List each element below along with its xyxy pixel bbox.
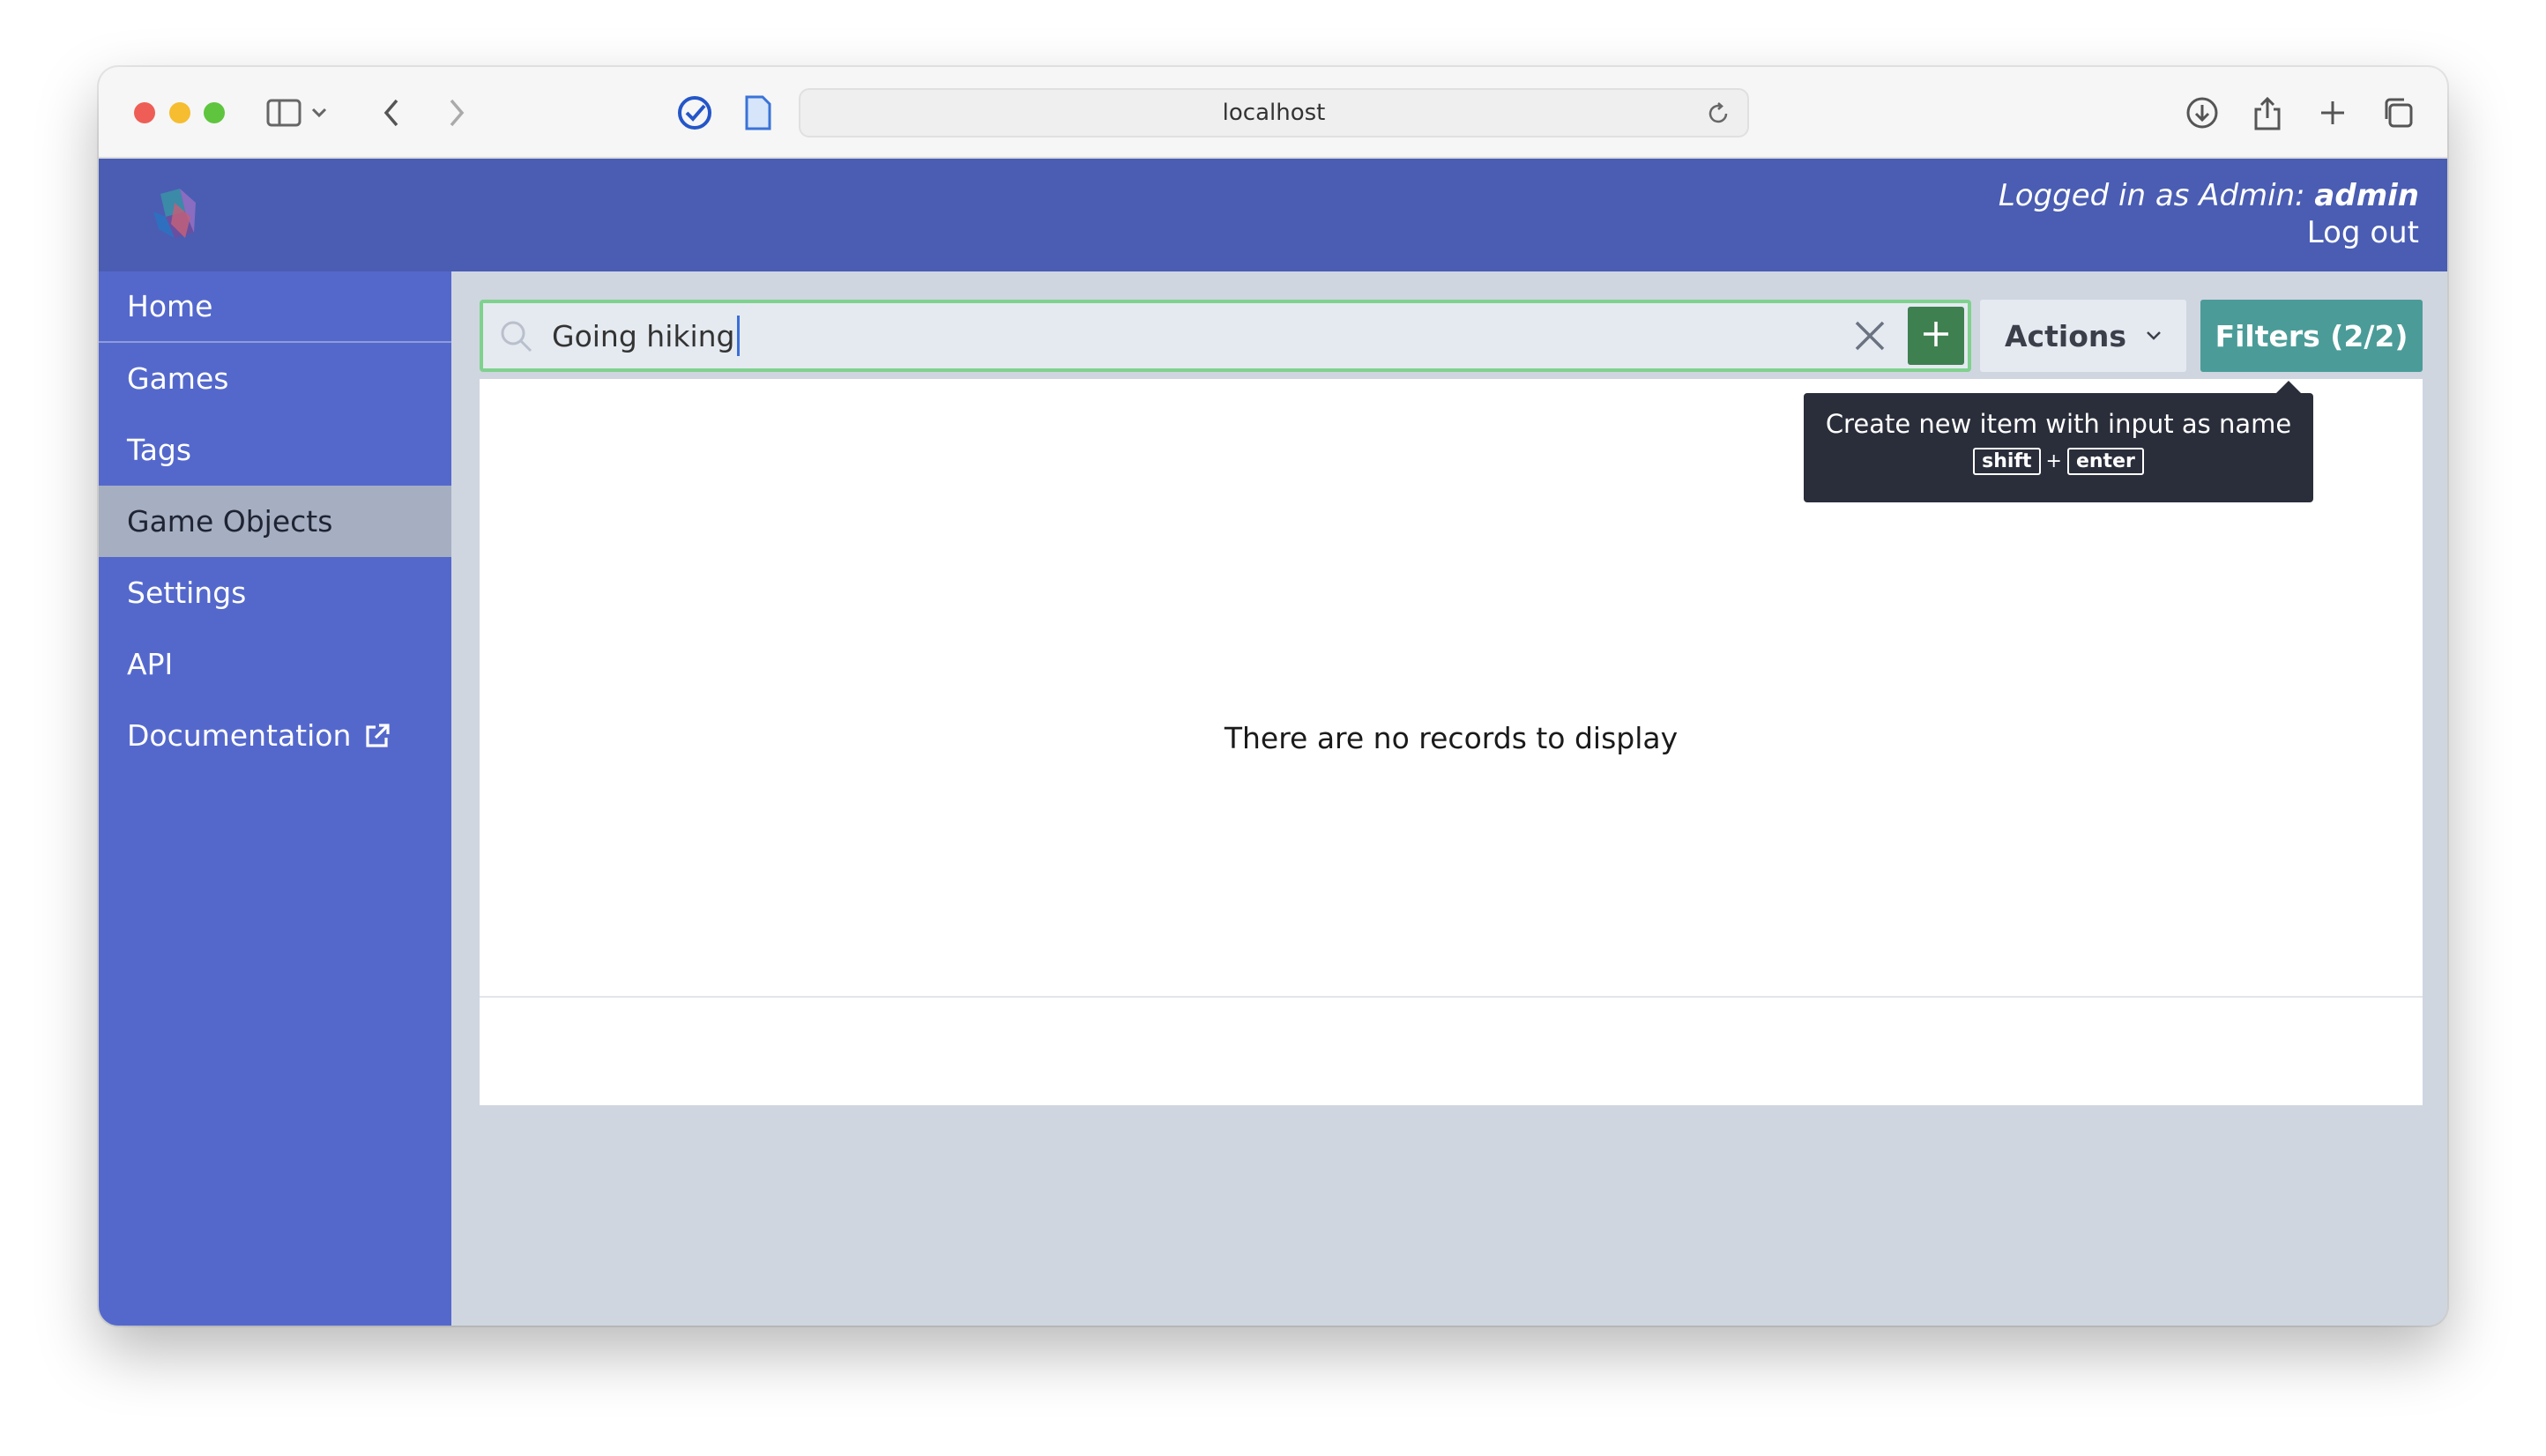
url-text: localhost — [1222, 100, 1326, 126]
sidebar-item-label: Tags — [127, 433, 192, 467]
create-item-button[interactable] — [1908, 307, 1964, 365]
sidebar-item-settings[interactable]: Settings — [99, 557, 451, 628]
chevron-down-icon — [2146, 331, 2162, 341]
document-extension-icon[interactable] — [739, 93, 778, 132]
empty-message: There are no records to display — [1224, 721, 1679, 755]
share-icon[interactable] — [2248, 93, 2287, 132]
zoom-window-button[interactable] — [204, 102, 225, 123]
download-icon[interactable] — [2183, 93, 2222, 132]
sidebar-item-label: Games — [127, 361, 229, 396]
logout-link[interactable]: Log out — [2307, 215, 2419, 250]
forward-icon[interactable] — [437, 93, 476, 132]
plus-icon — [1922, 320, 1950, 352]
chevron-down-icon[interactable] — [307, 93, 331, 132]
filters-button[interactable]: Filters (2/2) — [2200, 300, 2423, 372]
actions-label: Actions — [2005, 318, 2126, 353]
table-footer — [480, 996, 2423, 1095]
app-header: Logged in as Admin: admin Log out — [99, 159, 2447, 271]
sidebar-item-label: Settings — [127, 576, 247, 610]
address-bar[interactable]: localhost — [799, 88, 1749, 137]
sidebar-item-label: API — [127, 647, 174, 681]
browser-toolbar: localhost — [99, 67, 2447, 159]
sidebar-item-documentation[interactable]: Documentation — [99, 700, 451, 771]
minimize-window-button[interactable] — [169, 102, 190, 123]
search-box — [480, 300, 1971, 372]
sidebar-item-api[interactable]: API — [99, 628, 451, 700]
shift-key: shift — [1973, 448, 2041, 475]
sidebar-toggle-icon[interactable] — [264, 93, 303, 132]
enter-key: enter — [2066, 448, 2144, 475]
app-logo[interactable] — [145, 185, 206, 247]
create-item-tooltip: Create new item with input as name shift… — [1804, 381, 2313, 502]
clear-search-icon[interactable] — [1853, 319, 1887, 356]
tab-overview-icon[interactable] — [2378, 93, 2417, 132]
browser-window: localhost Logged in as Admin: admin Log … — [99, 67, 2447, 1326]
text-cursor — [737, 316, 740, 356]
new-tab-icon[interactable] — [2313, 93, 2352, 132]
login-status: Logged in as Admin: admin — [1999, 178, 2419, 213]
sidebar-item-label: Home — [127, 289, 213, 323]
sidebar: Home Games Tags Game Objects Settings AP… — [99, 271, 451, 1326]
sidebar-item-game-objects[interactable]: Game Objects — [99, 486, 451, 557]
sidebar-item-games[interactable]: Games — [99, 343, 451, 414]
search-icon — [499, 319, 534, 358]
username: admin — [2314, 178, 2419, 213]
back-icon[interactable] — [372, 93, 411, 132]
checkmark-extension-icon[interactable] — [675, 93, 714, 132]
plus-separator: + — [2045, 450, 2062, 472]
close-window-button[interactable] — [134, 102, 155, 123]
keyboard-shortcut: shift + enter — [1804, 448, 2313, 475]
external-link-icon — [363, 722, 391, 750]
reload-icon[interactable] — [1705, 100, 1731, 133]
main-content: Actions Filters (2/2) There are no recor… — [451, 271, 2447, 1326]
tooltip-text: Create new item with input as name — [1825, 409, 2292, 439]
sidebar-item-home[interactable]: Home — [99, 271, 451, 343]
sidebar-item-label: Documentation — [127, 718, 352, 753]
sidebar-item-tags[interactable]: Tags — [99, 414, 451, 486]
actions-dropdown-button[interactable]: Actions — [1980, 300, 2186, 372]
login-prefix: Logged in as Admin: — [1998, 178, 2305, 213]
sidebar-item-label: Game Objects — [127, 504, 333, 539]
